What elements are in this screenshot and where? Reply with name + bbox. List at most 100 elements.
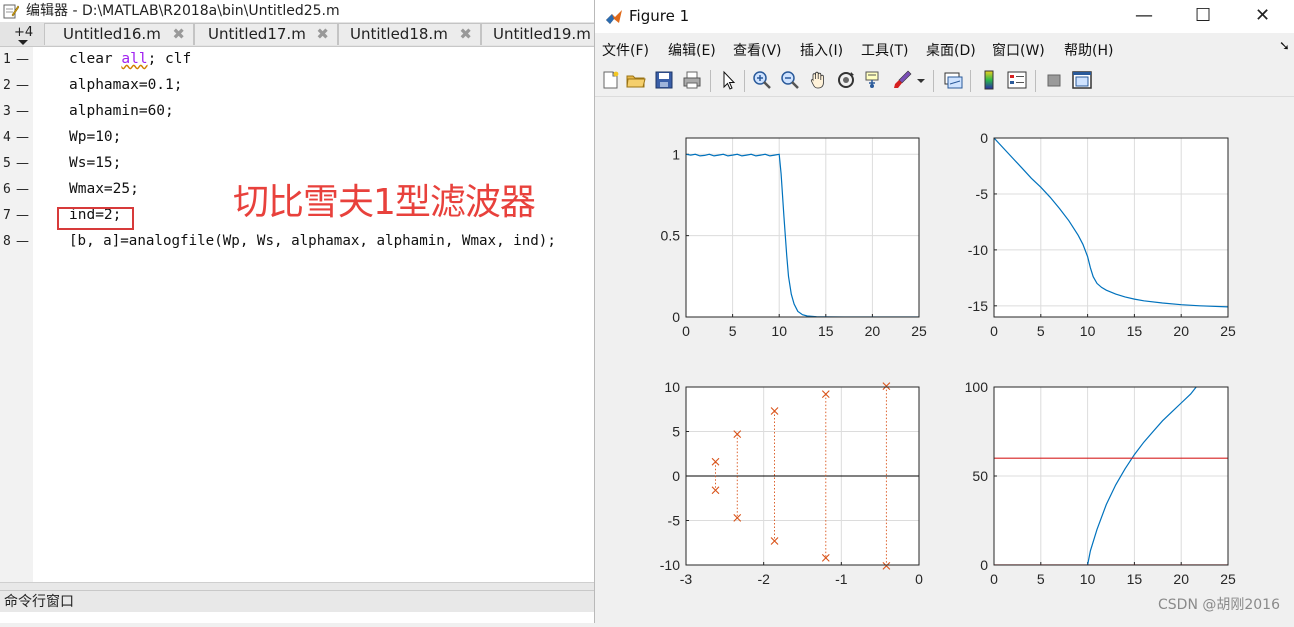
- tab-untitled19[interactable]: Untitled19.m: [481, 23, 594, 45]
- subplot-attenuation[interactable]: 0 5 10 15 20 25 0 50 100: [965, 379, 1236, 587]
- new-file-icon[interactable]: [599, 69, 621, 91]
- code-line: clear all; clf: [69, 51, 192, 67]
- x-tick-label: 20: [865, 323, 881, 339]
- menu-view[interactable]: 查看(V): [733, 40, 782, 60]
- open-folder-icon[interactable]: [625, 69, 647, 91]
- y-tick-label: 0: [980, 557, 988, 573]
- x-tick-label: 15: [1127, 323, 1143, 339]
- x-tick-label: -2: [757, 571, 770, 587]
- code-line: alphamax=0.1;: [69, 77, 183, 93]
- x-tick-label: 10: [771, 323, 787, 339]
- tab-close-icon[interactable]: ✖: [172, 25, 185, 43]
- command-window-header[interactable]: 命令行窗口: [0, 590, 594, 613]
- code-line: Wp=10;: [69, 129, 122, 145]
- tab-label: Untitled17.m: [208, 25, 306, 43]
- tab-untitled18[interactable]: Untitled18.m ✖: [338, 23, 481, 45]
- keyword-all: all: [121, 51, 148, 67]
- subplot-log-magnitude[interactable]: 0 5 10 15 20 25 -15 -10 -5 0: [968, 130, 1236, 339]
- plot-area[interactable]: 0 5 10 15 20 25 0 0.5 1 0 5 10 15 20 25 -15 -10 -5 0 -3 -2…: [595, 97, 1294, 623]
- dropdown-arrow-icon: [18, 40, 28, 45]
- print-icon[interactable]: [681, 69, 703, 91]
- y-tick-label: 5: [672, 424, 680, 440]
- breakpoint-dash[interactable]: —: [16, 234, 29, 249]
- tab-close-icon[interactable]: ✖: [316, 25, 329, 43]
- link-plot-icon[interactable]: [942, 69, 964, 91]
- y-tick-label: -15: [968, 298, 988, 314]
- breakpoint-dash[interactable]: —: [16, 156, 29, 171]
- colorbar-icon[interactable]: [978, 69, 1000, 91]
- command-window[interactable]: [0, 612, 594, 623]
- y-tick-label: 0: [980, 130, 988, 146]
- x-tick-label: 0: [990, 571, 998, 587]
- pointer-icon[interactable]: [717, 69, 739, 91]
- zoom-out-icon[interactable]: [779, 69, 801, 91]
- command-window-label: 命令行窗口: [4, 594, 74, 610]
- y-tick-label: 0: [672, 468, 680, 484]
- editor-window: 编辑器 - D:\MATLAB\R2018a\bin\Untitled25.m …: [0, 0, 594, 623]
- tab-untitled16[interactable]: Untitled16.m ✖: [44, 23, 194, 45]
- y-tick-label: -10: [968, 242, 988, 258]
- close-button[interactable]: ✕: [1255, 5, 1270, 26]
- highlight-box: [57, 207, 134, 230]
- tab-label: Untitled18.m: [350, 25, 448, 43]
- code-line: Ws=15;: [69, 155, 122, 171]
- menu-insert[interactable]: 插入(I): [800, 40, 843, 60]
- menu-window[interactable]: 窗口(W): [992, 40, 1045, 60]
- line-number: 1: [3, 52, 11, 67]
- breakpoint-dash[interactable]: —: [16, 208, 29, 223]
- y-tick-label: -5: [668, 513, 681, 529]
- tab-close-icon[interactable]: ✖: [459, 25, 472, 43]
- y-tick-label: 0.5: [661, 228, 681, 244]
- menu-undock-icon[interactable]: ➘: [1279, 39, 1290, 54]
- line-number-gutter: [0, 47, 33, 582]
- data-cursor-icon[interactable]: [863, 69, 885, 91]
- toolbar-separator: [744, 70, 745, 92]
- figure-title: Figure 1: [629, 7, 690, 25]
- editor-title-bar: 编辑器 - D:\MATLAB\R2018a\bin\Untitled25.m: [0, 0, 594, 22]
- tab-untitled17[interactable]: Untitled17.m ✖: [194, 23, 338, 45]
- annotation-text: 切比雪夫1型滤波器: [233, 182, 536, 223]
- line-number: 2: [3, 78, 11, 93]
- subplot-magnitude[interactable]: 0 5 10 15 20 25 0 0.5 1: [661, 137, 927, 339]
- breakpoint-dash[interactable]: —: [16, 130, 29, 145]
- menu-edit[interactable]: 编辑(E): [668, 40, 716, 60]
- line-number: 4: [3, 130, 11, 145]
- figure-canvas[interactable]: 0 5 10 15 20 2500.51 0 5 10 15 20 25-15-10-50 -3 -2…: [595, 97, 1294, 623]
- menu-desktop[interactable]: 桌面(D): [926, 40, 976, 60]
- x-tick-label: 25: [1220, 571, 1236, 587]
- line-number: 5: [3, 156, 11, 171]
- y-tick-label: -5: [976, 186, 989, 202]
- editor-tab-bar: +4 Untitled16.m ✖ Untitled17.m ✖ Untitle…: [0, 22, 594, 47]
- hidden-tabs-button[interactable]: +4: [0, 22, 44, 46]
- breakpoint-dash[interactable]: —: [16, 104, 29, 119]
- tab-label: Untitled16.m: [63, 25, 161, 43]
- line-number: 8: [3, 234, 11, 249]
- brush-dropdown-icon[interactable]: [915, 69, 927, 91]
- y-tick-label: 100: [965, 379, 989, 395]
- brush-icon[interactable]: [891, 69, 913, 91]
- x-tick-label: 0: [990, 323, 998, 339]
- x-tick-label: 0: [682, 323, 690, 339]
- zoom-in-icon[interactable]: [751, 69, 773, 91]
- hidden-tabs-count: +4: [14, 25, 34, 40]
- pan-hand-icon[interactable]: [807, 69, 829, 91]
- hide-tools-icon[interactable]: [1043, 69, 1065, 91]
- menu-file[interactable]: 文件(F): [602, 40, 649, 60]
- figure-toolbar: [595, 66, 1294, 97]
- x-tick-label: -3: [680, 571, 693, 587]
- menu-tools[interactable]: 工具(T): [861, 40, 908, 60]
- breakpoint-dash[interactable]: —: [16, 52, 29, 67]
- rotate-3d-icon[interactable]: [835, 69, 857, 91]
- tab-label: Untitled19.m: [493, 25, 591, 43]
- minimize-button[interactable]: —: [1135, 5, 1153, 26]
- subplot-pole-plot[interactable]: -3 -2 -1 0-10-50510: [660, 379, 923, 587]
- x-tick-label: 15: [818, 323, 834, 339]
- menu-help[interactable]: 帮助(H): [1064, 40, 1113, 60]
- save-icon[interactable]: [653, 69, 675, 91]
- y-tick-label: 1: [672, 146, 680, 162]
- breakpoint-dash[interactable]: —: [16, 78, 29, 93]
- breakpoint-dash[interactable]: —: [16, 182, 29, 197]
- maximize-button[interactable]: ☐: [1195, 5, 1211, 26]
- dock-icon[interactable]: [1071, 69, 1093, 91]
- legend-icon[interactable]: [1006, 69, 1028, 91]
